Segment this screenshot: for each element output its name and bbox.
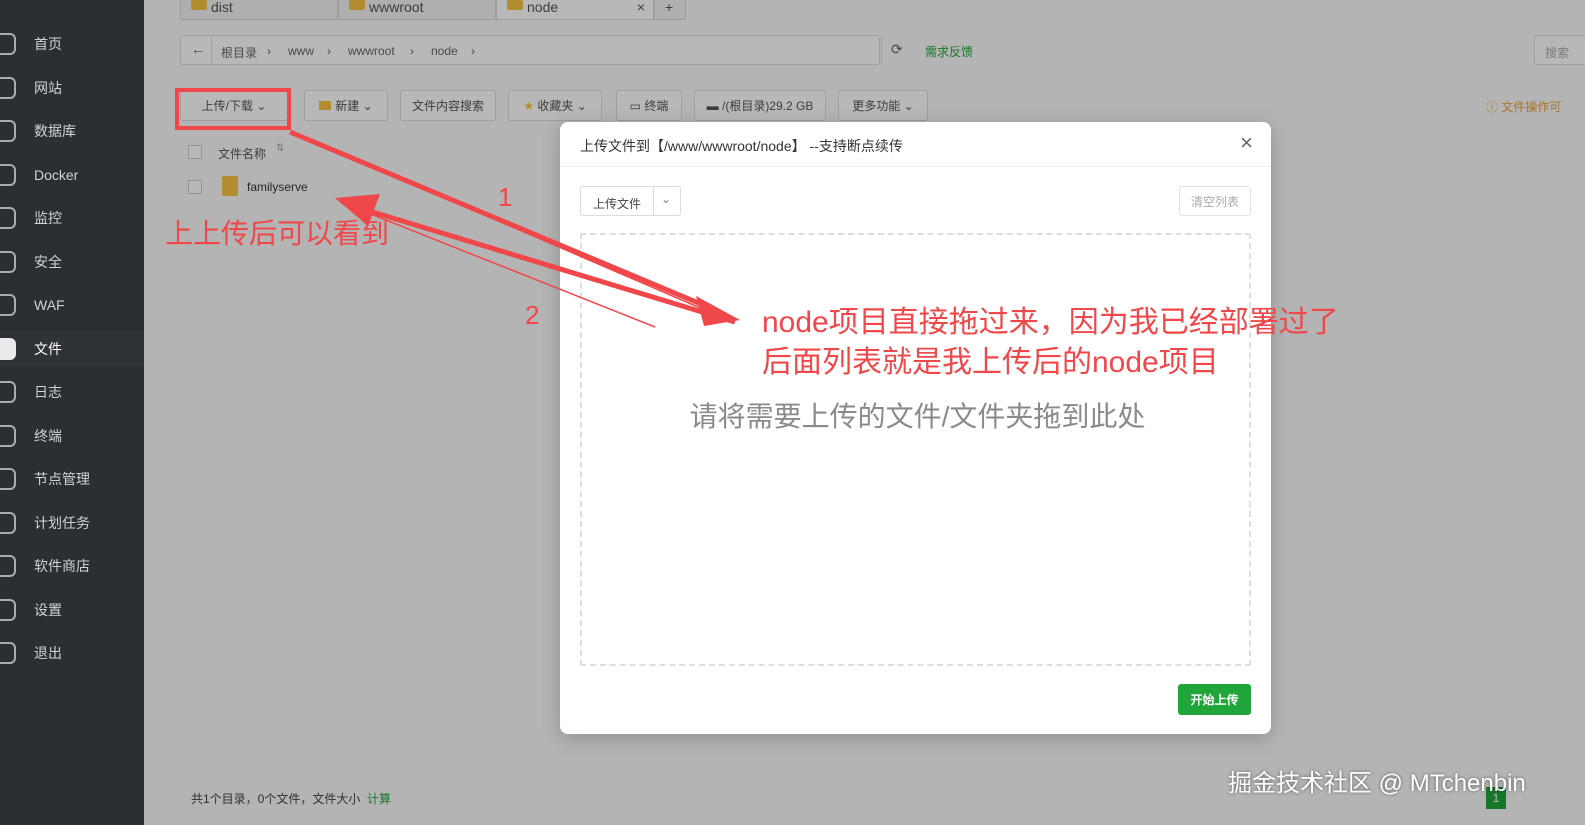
annotation-main-line2: 后面列表就是我上传后的node项目 bbox=[762, 346, 1219, 379]
annotation-note: 上上传后可以看到 bbox=[165, 218, 390, 249]
annotation-number-2: 2 bbox=[525, 300, 540, 330]
annotation-arrows bbox=[289, 129, 740, 328]
annotation-main-line1: node项目直接拖过来，因为我已经部署过了 bbox=[762, 306, 1339, 339]
watermark: 掘金技术社区 @ MTchenbin bbox=[1228, 770, 1526, 797]
arrow-shaft bbox=[365, 207, 736, 325]
annotation-number-1: 1 bbox=[498, 182, 513, 212]
